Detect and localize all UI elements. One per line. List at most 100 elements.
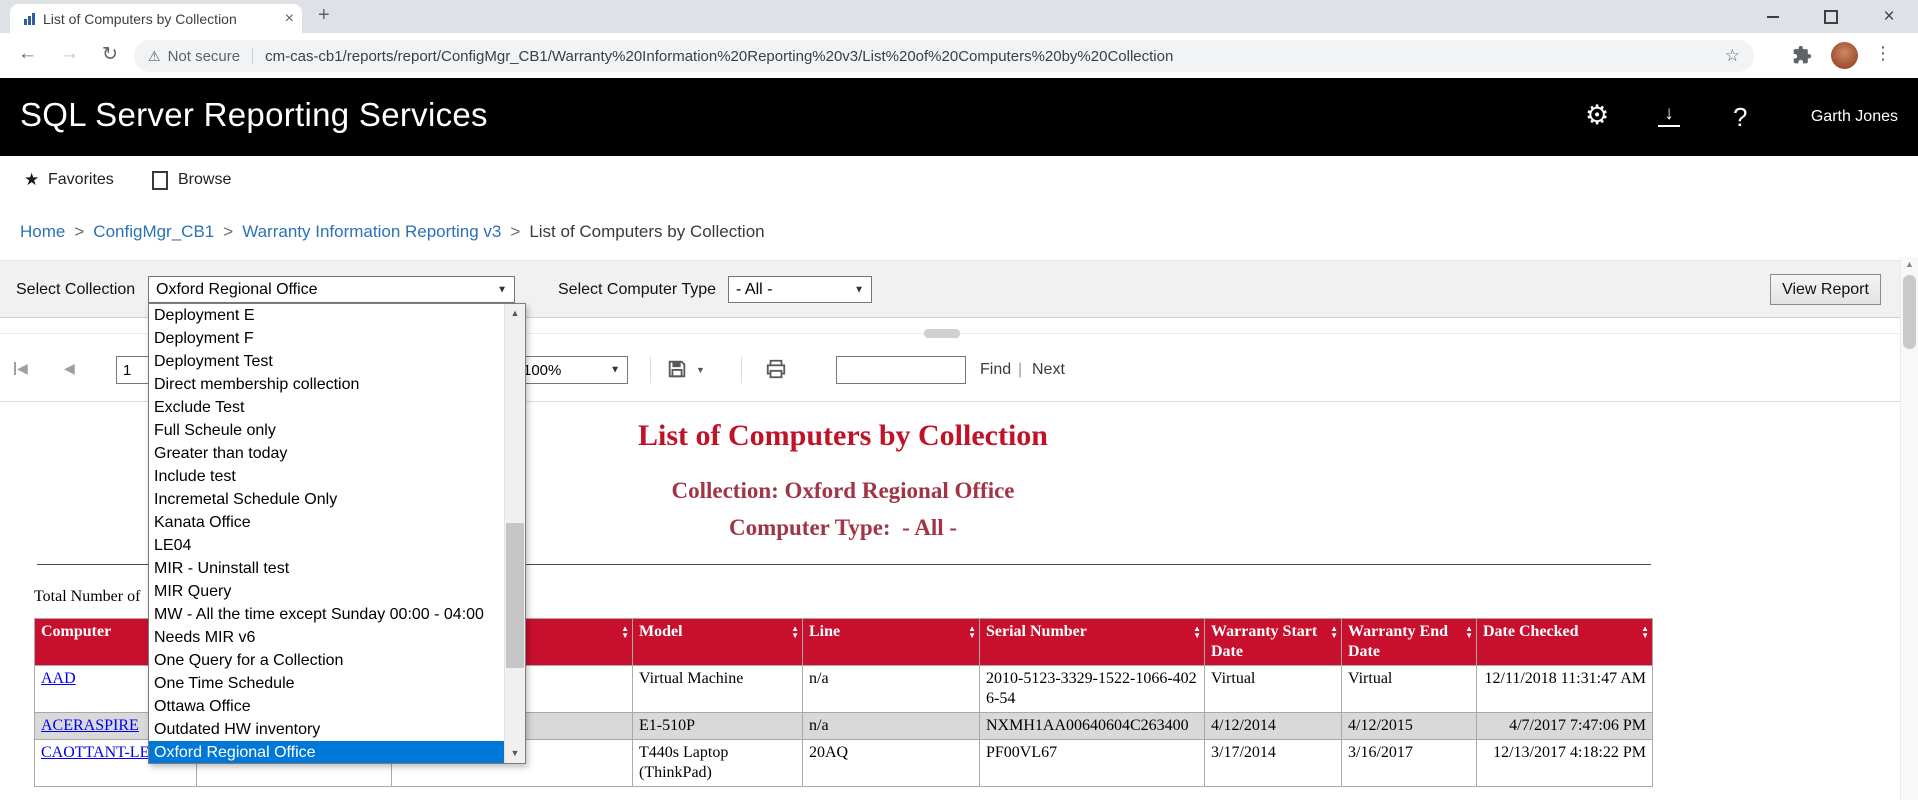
back-button[interactable]: ←	[18, 43, 37, 65]
forward-button[interactable]: →	[60, 43, 79, 65]
dropdown-option[interactable]: Oxford Regional Office	[149, 741, 505, 763]
find-next-separator: |	[1018, 361, 1022, 379]
address-bar[interactable]: ⚠ Not secure cm-cas-cb1/reports/report/C…	[134, 40, 1754, 72]
computer-link[interactable]: CAOTTANT-LEN	[41, 744, 161, 761]
dropdown-option[interactable]: Incremetal Schedule Only	[149, 488, 505, 511]
export-chevron-icon[interactable]: ▼	[696, 365, 705, 375]
export-save-icon[interactable]	[666, 358, 688, 385]
table-cell: n/a	[803, 713, 980, 740]
total-count-label: Total Number of	[34, 588, 140, 606]
breadcrumb-separator: >	[510, 222, 520, 241]
chevron-down-icon: ▼	[854, 284, 864, 295]
print-icon[interactable]	[764, 358, 788, 385]
window-close-button[interactable]: ×	[1860, 0, 1918, 33]
sort-icon[interactable]: ▲▼	[791, 625, 799, 639]
zoom-value: 100%	[523, 362, 561, 379]
dropdown-option[interactable]: Full Scheule only	[149, 419, 505, 442]
column-header[interactable]: Date Checked ▲▼	[1477, 619, 1653, 666]
column-header-label: Warranty End Date	[1348, 623, 1448, 660]
dropdown-option[interactable]: Greater than today	[149, 442, 505, 465]
scroll-up-icon[interactable]: ▲	[505, 304, 525, 323]
table-cell: 2010-5123-3329-1522-1066-4026-54	[980, 666, 1205, 713]
new-tab-button[interactable]: +	[318, 4, 330, 27]
dropdown-option[interactable]: LE04	[149, 534, 505, 557]
find-text-input[interactable]	[836, 356, 966, 384]
table-cell: PF00VL67	[980, 740, 1205, 787]
dropdown-option[interactable]: Direct membership collection	[149, 373, 505, 396]
previous-page-button[interactable]: ◀	[64, 360, 75, 377]
dropdown-option[interactable]: MIR Query	[149, 580, 505, 603]
computer-link[interactable]: AAD	[41, 670, 76, 687]
dropdown-option[interactable]: Deployment F	[149, 327, 505, 350]
breadcrumb-item[interactable]: ConfigMgr_CB1	[93, 222, 214, 241]
scroll-down-icon[interactable]: ▼	[505, 744, 525, 763]
browser-menu-icon[interactable]: ⋮	[1874, 43, 1892, 64]
page-scroll-up-icon[interactable]: ▲	[1901, 259, 1918, 269]
tab-favicon-icon	[24, 13, 35, 25]
table-cell: 3/17/2014	[1205, 740, 1342, 787]
view-report-button[interactable]: View Report	[1770, 274, 1881, 305]
next-button[interactable]: Next	[1032, 361, 1065, 379]
zoom-select[interactable]: 100% ▼	[514, 356, 628, 384]
column-header[interactable]: Serial Number▲▼	[980, 619, 1205, 666]
breadcrumb-item[interactable]: Home	[20, 222, 65, 241]
sort-icon[interactable]: ▲▼	[1641, 625, 1649, 639]
dropdown-scrollbar-thumb[interactable]	[506, 523, 524, 668]
column-header-label: Computer	[41, 623, 111, 640]
window-minimize-button[interactable]	[1744, 0, 1802, 33]
dropdown-option[interactable]: Needs MIR v6	[149, 626, 505, 649]
sort-icon[interactable]: ▲▼	[1330, 625, 1338, 639]
security-label[interactable]: Not secure	[168, 48, 241, 65]
url-text[interactable]: cm-cas-cb1/reports/report/ConfigMgr_CB1/…	[265, 48, 1717, 65]
window-maximize-button[interactable]	[1802, 0, 1860, 33]
tab-close-icon[interactable]: ×	[285, 10, 294, 28]
tab-strip: List of Computers by Collection × + ×	[0, 0, 1918, 33]
column-header-label: Date Checked	[1483, 623, 1579, 640]
dropdown-option[interactable]: MW - All the time except Sunday 00:00 - …	[149, 603, 505, 626]
sort-icon[interactable]: ▲▼	[621, 625, 629, 639]
chevron-down-icon: ▼	[610, 365, 620, 376]
first-page-button[interactable]: ◀	[14, 360, 28, 377]
reload-button[interactable]: ↻	[102, 43, 118, 66]
dropdown-option[interactable]: Deployment Test	[149, 350, 505, 373]
breadcrumb-item[interactable]: Warranty Information Reporting v3	[242, 222, 501, 241]
browse-tab[interactable]: Browse	[178, 171, 231, 189]
dropdown-option[interactable]: One Time Schedule	[149, 672, 505, 695]
browse-icon	[152, 171, 168, 190]
dropdown-option[interactable]: Ottawa Office	[149, 695, 505, 718]
favorites-tab[interactable]: Favorites	[48, 171, 114, 189]
profile-avatar[interactable]	[1831, 42, 1858, 69]
computer-type-select[interactable]: - All - ▼	[728, 276, 872, 303]
find-button[interactable]: Find	[980, 361, 1011, 379]
page-scrollbar-thumb[interactable]	[1903, 275, 1916, 349]
download-icon[interactable]: ↓	[1658, 104, 1680, 127]
dropdown-option[interactable]: One Query for a Collection	[149, 649, 505, 672]
dropdown-option[interactable]: Outdated HW inventory	[149, 718, 505, 741]
browser-tab[interactable]: List of Computers by Collection ×	[10, 4, 302, 33]
user-menu[interactable]: Garth Jones	[1811, 108, 1898, 126]
dropdown-option[interactable]: Include test	[149, 465, 505, 488]
dropdown-scrollbar[interactable]: ▲ ▼	[504, 304, 525, 763]
dropdown-option[interactable]: Kanata Office	[149, 511, 505, 534]
extensions-icon[interactable]	[1792, 45, 1812, 70]
help-icon[interactable]: ?	[1733, 102, 1747, 133]
dropdown-option[interactable]: Exclude Test	[149, 396, 505, 419]
column-header[interactable]: Warranty End Date ▲▼	[1342, 619, 1477, 666]
computer-link[interactable]: ACERASPIRE	[41, 717, 139, 734]
breadcrumb-separator: >	[223, 222, 233, 241]
column-header[interactable]: Warranty Start Date▲▼	[1205, 619, 1342, 666]
sort-icon[interactable]: ▲▼	[1193, 625, 1201, 639]
column-header[interactable]: Line▲▼	[803, 619, 980, 666]
table-cell: 20AQ	[803, 740, 980, 787]
dropdown-option[interactable]: Deployment E	[149, 304, 505, 327]
sort-icon[interactable]: ▲▼	[968, 625, 976, 639]
settings-gear-icon[interactable]: ⚙	[1585, 100, 1609, 131]
column-header[interactable]: Model▲▼	[633, 619, 803, 666]
table-cell: 12/11/2018 11:31:47 AM	[1477, 666, 1653, 713]
sort-icon[interactable]: ▲▼	[1465, 625, 1473, 639]
collection-select[interactable]: Oxford Regional Office ▼	[148, 276, 515, 303]
bookmark-star-icon[interactable]: ☆	[1725, 46, 1740, 66]
dropdown-option[interactable]: MIR - Uninstall test	[149, 557, 505, 580]
collapse-handle[interactable]	[924, 329, 960, 338]
page-scrollbar[interactable]: ▲	[1900, 257, 1918, 800]
